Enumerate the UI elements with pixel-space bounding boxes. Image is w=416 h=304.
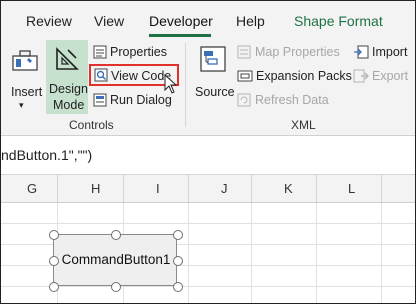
formula-text: ndButton.1","") [1,147,93,163]
expansion-packs-button[interactable]: Expansion Packs [237,67,352,85]
column-divider [251,175,252,202]
column-divider [57,175,58,202]
column-divider [316,175,317,202]
export-icon [353,69,369,83]
map-properties-icon [237,45,251,59]
command-button-label: CommandButton1 [61,252,171,267]
column-header-k[interactable]: K [284,181,293,196]
column-header-h[interactable]: H [91,181,100,196]
xml-group-label: XML [291,118,316,132]
design-mode-label-line2: Mode [53,98,85,112]
grid-line [381,203,382,303]
import-icon [354,45,369,59]
column-headers: G H I J K L [1,175,415,203]
excel-window: Review View Developer Help Shape Format … [0,0,416,304]
controls-group-label: Controls [69,118,114,132]
export-label: Export [372,69,409,83]
command-button[interactable]: CommandButton1 [53,234,177,286]
insert-label: Insert [11,85,43,99]
import-label: Import [372,45,408,59]
tab-help[interactable]: Help [236,13,265,29]
design-mode-icon [56,47,79,70]
insert-button[interactable]: Insert ▾ [5,43,43,113]
properties-label: Properties [110,45,167,59]
view-code-icon [94,68,108,82]
group-divider [185,43,186,127]
run-dialog-button[interactable]: Run Dialog [93,91,179,109]
tab-shape-format[interactable]: Shape Format [294,13,383,29]
column-divider [188,175,189,202]
ribbon-tabs: Review View Developer Help Shape Format [1,1,415,37]
export-button[interactable]: Export [353,67,413,85]
grid-line [251,203,252,303]
view-code-label: View Code [111,69,172,83]
column-header-l[interactable]: L [348,181,355,196]
map-properties-label: Map Properties [255,45,340,59]
source-pane-icon [200,46,226,72]
grid-line [1,223,415,224]
source-label: Source [195,85,235,99]
column-divider [123,175,124,202]
source-button[interactable]: Source [193,43,235,113]
chevron-down-icon: ▾ [19,100,24,110]
resize-handle-top[interactable] [111,230,121,240]
import-button[interactable]: Import [353,43,413,61]
column-header-j[interactable]: J [221,181,228,196]
design-mode-button[interactable]: Design Mode [46,40,88,114]
grid-line [1,286,415,287]
resize-handle-right[interactable] [173,256,183,266]
tab-view[interactable]: View [94,13,124,29]
resize-handle-bottom-left[interactable] [49,282,59,292]
refresh-icon [237,93,251,107]
refresh-data-button[interactable]: Refresh Data [237,91,337,109]
design-mode-label-line1: Design [49,82,88,96]
grid-line [188,203,189,303]
ribbon: Insert ▾ Design Mode Properties View Cod… [1,37,415,136]
properties-icon [93,45,107,59]
column-header-i[interactable]: I [156,181,160,196]
resize-handle-bottom[interactable] [111,282,121,292]
formula-bar[interactable]: ndButton.1","") [1,136,415,175]
tab-developer[interactable]: Developer [149,13,213,29]
resize-handle-top-left[interactable] [49,230,59,240]
run-dialog-label: Run Dialog [110,93,172,107]
grid-line [316,203,317,303]
column-divider [381,175,382,202]
map-properties-button[interactable]: Map Properties [237,43,347,61]
resize-handle-bottom-right[interactable] [173,282,183,292]
resize-handle-top-right[interactable] [173,230,183,240]
tab-review[interactable]: Review [26,13,72,29]
properties-button[interactable]: Properties [93,43,179,61]
expansion-packs-label: Expansion Packs [256,69,352,83]
expansion-packs-icon [237,70,253,82]
column-header-g[interactable]: G [27,181,37,196]
refresh-data-label: Refresh Data [255,93,329,107]
run-dialog-icon [93,93,107,107]
toolbox-icon [12,50,38,71]
resize-handle-left[interactable] [49,256,59,266]
